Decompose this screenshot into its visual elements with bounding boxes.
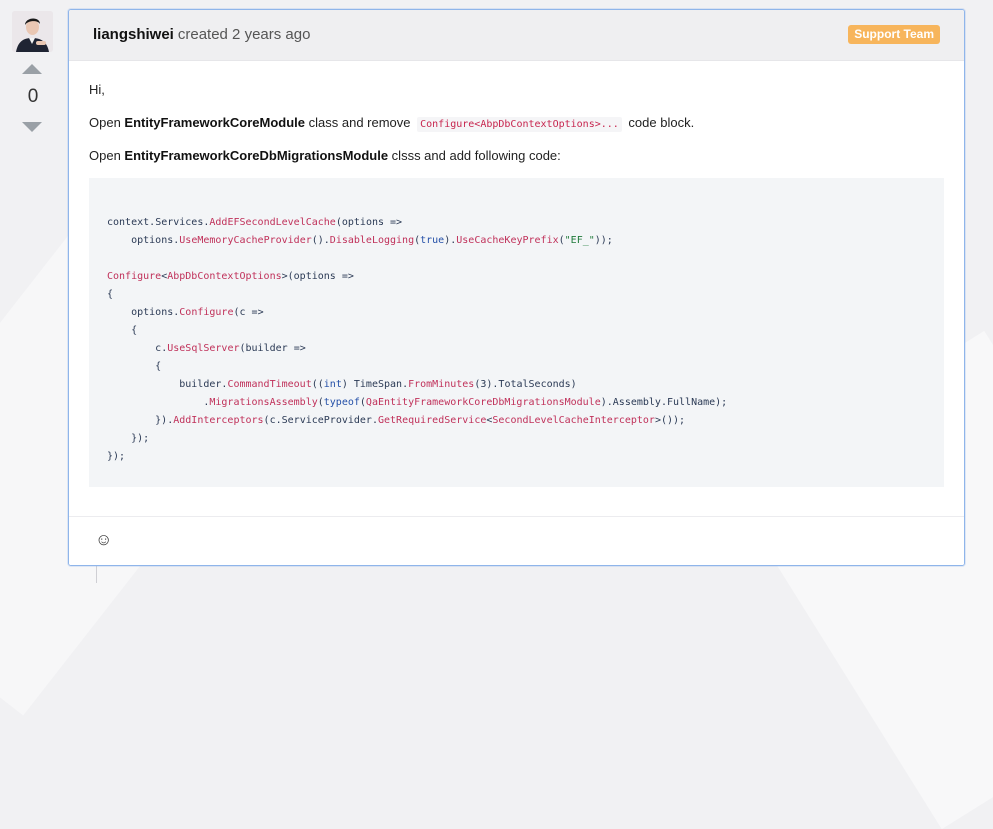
author-name[interactable]: liangshiwei [93,26,174,43]
instruction-line-2: Open EntityFrameworkCoreDbMigrationsModu… [89,148,561,163]
code-line: { [107,289,114,300]
text-span: class and remove [305,115,415,130]
vote-up-icon[interactable] [22,64,42,74]
class-name-bold: EntityFrameworkCoreDbMigrationsModule [124,148,389,163]
text-span: Open [89,148,125,163]
thread-line [96,566,97,583]
text-span: code block. [624,115,695,130]
card-footer: ☺ [69,516,964,565]
author-line: liangshiwei created 2 years ago [93,26,310,43]
vote-count: 0 [27,86,39,107]
class-name-bold: EntityFrameworkCoreModule [124,115,306,130]
text-span: clsss and add following code: [388,148,561,163]
code-line: context.Services.AddEFSecondLevelCache(o… [107,217,403,228]
code-content: context.Services.AddEFSecondLevelCache(o… [107,214,727,466]
avatar[interactable] [12,11,53,52]
card-header: liangshiwei created 2 years ago Support T… [69,10,964,61]
support-team-badge: Support Team [848,25,940,44]
code-block[interactable]: context.Services.AddEFSecondLevelCache(o… [89,178,944,487]
code-line: { [107,361,162,372]
text-span: Open [89,115,125,130]
emoji-reaction-icon[interactable]: ☺ [95,531,112,548]
post-meta: created 2 years ago [177,26,311,43]
code-line: }); [107,433,150,444]
inline-code: Configure<AbpDbContextOptions>... [417,117,622,132]
code-line: .MigrationsAssembly(typeof(QaEntityFrame… [107,397,728,408]
code-line: builder.CommandTimeout((int) TimeSpan.Fr… [179,379,577,390]
code-line: }).AddInterceptors(c.ServiceProvider.Get… [107,415,686,426]
vote-down-icon[interactable] [22,122,42,132]
code-line: Configure<AbpDbContextOptions>(options =… [107,271,354,282]
code-line: { [107,325,138,336]
code-line: c.UseSqlServer(builder => [155,343,306,354]
instruction-line-1: Open EntityFrameworkCoreModule class and… [89,115,695,132]
code-line: }); [107,451,126,462]
greeting-text: Hi, [89,82,105,97]
answer-card: liangshiwei created 2 years ago Support T… [68,9,965,566]
code-line: options.Configure(c => [131,307,264,318]
code-line: options.UseMemoryCacheProvider().Disable… [131,235,613,246]
